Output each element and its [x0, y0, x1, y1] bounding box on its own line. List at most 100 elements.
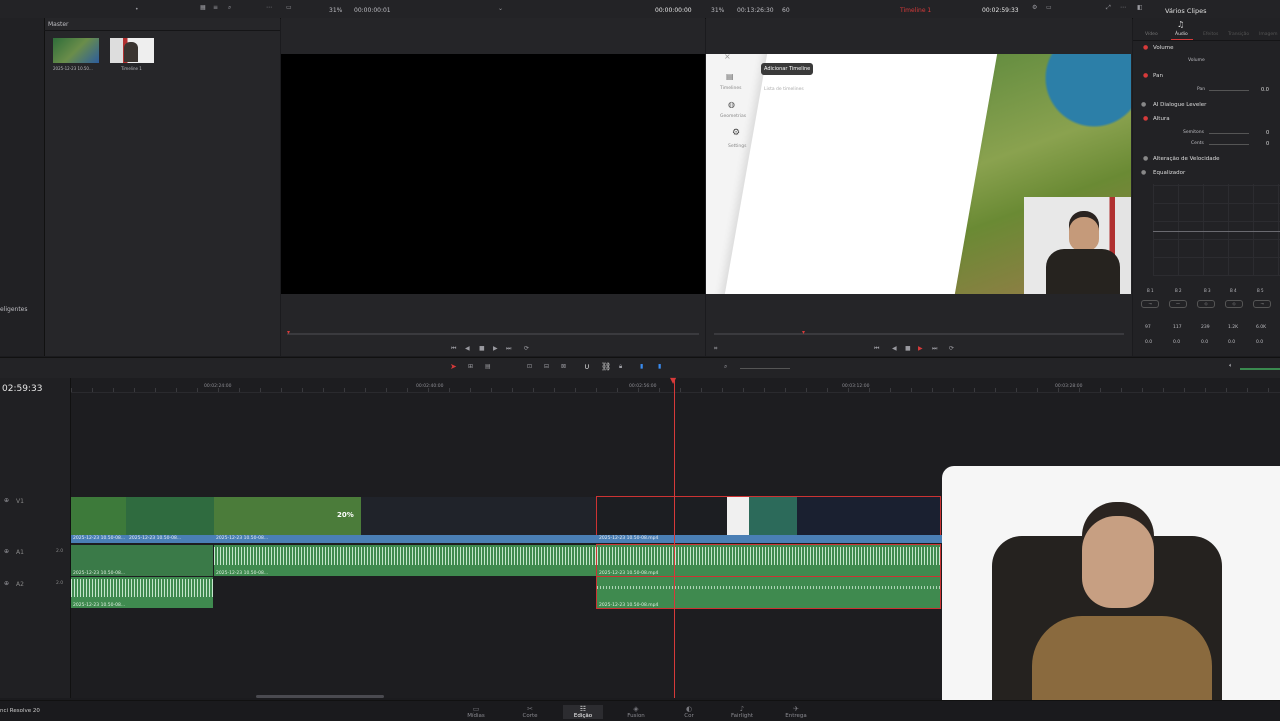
add-timeline-button[interactable]: Adicionar Timeline [761, 63, 814, 75]
speed-section[interactable]: Alteração de Velocidade [1153, 156, 1220, 162]
source-video-area[interactable] [281, 54, 705, 294]
zoom-icon[interactable]: ⌕ [724, 363, 727, 371]
trim-tool-icon[interactable]: ⊞ [468, 363, 473, 370]
close-icon[interactable]: × [724, 54, 731, 61]
volume-section[interactable]: Volume [1153, 45, 1173, 51]
page-fairlight[interactable]: ♪ Fairlight [722, 705, 762, 719]
page-fusion[interactable]: ◈ Fusion [616, 705, 656, 719]
tab-effects[interactable]: Efeitos [1203, 32, 1218, 37]
semitons-slider[interactable] [1209, 133, 1249, 134]
more-icon[interactable]: ⋯ [1120, 4, 1126, 11]
audio-clip-a1-3[interactable]: 2025-12-23 10.50-08.mp4 [596, 544, 941, 577]
freq-3[interactable]: 239 [1201, 325, 1210, 330]
menu-icon[interactable]: ⋯ [266, 4, 272, 11]
freq-4[interactable]: 1.2K [1228, 325, 1238, 330]
gain-4[interactable]: 0.0 [1228, 340, 1235, 345]
gain-1[interactable]: 0.0 [1145, 340, 1152, 345]
audio-clip-a2-2[interactable]: 2025-12-23 10.50-08.mp4 [596, 576, 941, 609]
band-5[interactable]: B 5 [1257, 288, 1264, 293]
eq-dot[interactable]: ● [1141, 169, 1146, 176]
gain-3[interactable]: 0.0 [1201, 340, 1208, 345]
gain-5[interactable]: 0.0 [1256, 340, 1263, 345]
list-view-icon[interactable]: ≡ [213, 4, 218, 11]
timeline-thumbnail[interactable] [110, 38, 154, 63]
video-clip-1[interactable]: 20% [71, 497, 597, 535]
loop-icon[interactable]: ⟳ [524, 345, 529, 352]
page-cor[interactable]: ◐ Cor [669, 705, 709, 719]
a2-track-label[interactable]: A2 [16, 581, 24, 588]
page-midias[interactable]: ▭ Mídias [456, 705, 496, 719]
v1-track-label[interactable]: V1 [16, 498, 24, 505]
cents-slider[interactable] [1209, 144, 1249, 145]
timeline-scrubber[interactable] [714, 333, 1124, 335]
pan-section[interactable]: Pan [1153, 73, 1163, 79]
gain-2[interactable]: 0.0 [1173, 340, 1180, 345]
eq-graph[interactable] [1153, 184, 1280, 276]
freq-1[interactable]: 97 [1145, 325, 1151, 330]
search-icon[interactable]: ⌕ [228, 4, 231, 12]
band-3[interactable]: B 3 [1204, 288, 1211, 293]
nav-geometrias[interactable]: Geometrias [720, 114, 746, 119]
pan-dot[interactable]: ● [1143, 72, 1148, 79]
nav-timelines[interactable]: Timelines [720, 86, 741, 91]
bin-name[interactable]: Master [48, 21, 69, 28]
tab-transition[interactable]: Transição [1228, 32, 1249, 37]
side-label[interactable]: eligentes [0, 306, 28, 313]
volume-dot[interactable]: ● [1143, 44, 1148, 51]
page-edicao[interactable]: ☷ Edição [563, 705, 603, 719]
pan-slider[interactable] [1209, 90, 1249, 91]
settings-nav-icon[interactable]: ⚙ [732, 128, 740, 138]
band-2[interactable]: B 2 [1175, 288, 1182, 293]
band-knob-3[interactable]: ◇ [1197, 300, 1215, 308]
band-knob-4[interactable]: ◇ [1225, 300, 1243, 308]
transport-stop-icon[interactable]: ■ [479, 345, 485, 352]
loop-icon-2[interactable]: ⟳ [949, 345, 954, 352]
timeline-name[interactable]: Timeline 1 [900, 7, 931, 14]
v1-track-icon[interactable]: ⊕ [4, 497, 9, 504]
expand-icon[interactable]: ⤢ [1106, 4, 1111, 12]
snap-icon[interactable]: ∪ [584, 362, 590, 371]
semitons-value[interactable]: 0 [1266, 130, 1269, 136]
transport-play-icon[interactable]: ▶ [493, 345, 498, 352]
band-knob-1[interactable]: ⊸ [1141, 300, 1159, 308]
crop-icon[interactable]: ⌗ [714, 345, 717, 353]
flag-icon[interactable]: ▮ [640, 363, 643, 370]
playhead-handle[interactable]: ▼ [670, 376, 676, 385]
source-scrubber[interactable] [287, 333, 699, 335]
volume-slider[interactable] [1240, 368, 1280, 370]
blade-tool-icon[interactable]: ▤ [485, 363, 491, 370]
chevron-down-icon[interactable]: ⌄ [498, 5, 503, 12]
nav-settings[interactable]: Settings [728, 144, 746, 149]
audio-clip-a2-1[interactable]: 2025-12-23 10.50-08... [71, 577, 213, 608]
inspector-icon[interactable]: ◧ [1137, 4, 1143, 11]
speed-dot[interactable]: ● [1143, 155, 1148, 162]
settings-icon[interactable]: ⚙ [1032, 4, 1037, 11]
transport-last-icon-2[interactable]: ⏭ [932, 345, 937, 353]
timeline-scrollbar[interactable] [256, 695, 384, 698]
select-tool-icon[interactable]: ➤ [450, 362, 457, 371]
transport-stop-icon-2[interactable]: ■ [905, 345, 911, 352]
a2-track-icon[interactable]: ⊕ [4, 580, 9, 587]
lock-icon[interactable]: 🔒︎ [619, 363, 622, 371]
source-playhead-marker[interactable]: ▾ [287, 329, 290, 336]
page-corte[interactable]: ✂ Corte [510, 705, 550, 719]
tab-audio[interactable]: Áudio [1175, 32, 1188, 37]
marker-icon[interactable]: ▮ [658, 363, 661, 370]
timeline-zoom[interactable]: 31% [711, 7, 724, 14]
dot-icon[interactable]: • [135, 6, 139, 13]
preview-frame[interactable]: × ▤ Timelines ◍ Geometrias ⚙ Settings Ad… [706, 54, 1131, 294]
cents-value[interactable]: 0 [1266, 141, 1269, 147]
transport-first-icon-2[interactable]: ⏮ [874, 345, 879, 353]
source-zoom[interactable]: 31% [329, 7, 342, 14]
zoom-slider[interactable] [740, 368, 790, 369]
speaker-icon[interactable]: 🔈︎ [1229, 362, 1233, 370]
eq-section[interactable]: Equalizador [1153, 170, 1185, 176]
monitor-icon[interactable]: ▭ [1046, 4, 1052, 11]
grid-view-icon[interactable]: ▦ [200, 4, 206, 11]
transport-last-icon[interactable]: ⏭ [506, 345, 511, 353]
transport-first-icon[interactable]: ⏮ [451, 345, 456, 353]
transport-back-icon[interactable]: ◀ [465, 345, 470, 352]
transport-play-icon-2[interactable]: ▶ [918, 345, 923, 352]
band-4[interactable]: B 4 [1230, 288, 1237, 293]
freq-2[interactable]: 117 [1173, 325, 1182, 330]
